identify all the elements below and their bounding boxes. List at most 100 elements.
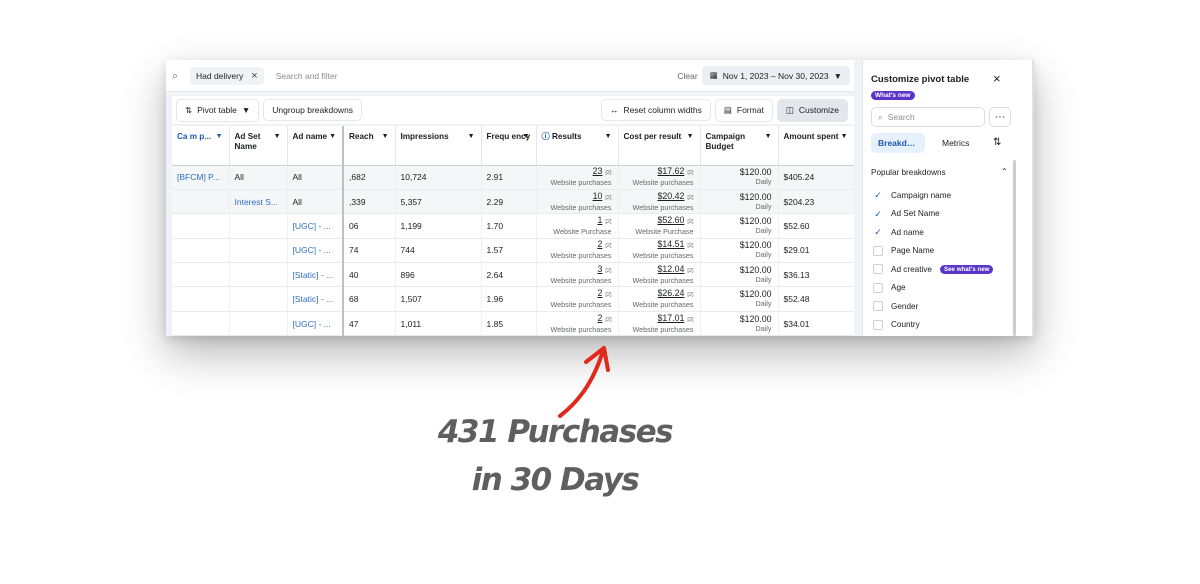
close-icon[interactable]: × (251, 70, 257, 82)
caret-down-icon[interactable]: ▼ (329, 132, 336, 142)
cpr-value[interactable]: $52.60 (657, 215, 684, 225)
caret-down-icon[interactable]: ▼ (605, 132, 612, 142)
table-row[interactable]: Interest S... All ,339 5,357 2.29 10 [2] Websit… (172, 189, 854, 215)
panel-search-input[interactable]: ⌕ Search (871, 107, 985, 127)
cpr-value[interactable]: $26.24 (657, 288, 684, 298)
ad-name-cell[interactable]: [UGC] - ... (287, 238, 344, 264)
adset-cell[interactable] (229, 286, 288, 312)
tab-breakdowns[interactable]: Breakdowns (871, 133, 925, 153)
ad-name-cell[interactable]: [UGC] - ... (287, 213, 344, 239)
ad-name-cell[interactable]: [UGC] - ... (287, 311, 344, 336)
checkbox[interactable] (873, 301, 883, 311)
cpr-value[interactable]: $17.01 (657, 313, 684, 323)
adset-cell[interactable]: Interest S... (229, 189, 288, 215)
breakdown-option[interactable]: Age (873, 282, 906, 293)
ungroup-breakdowns-button[interactable]: Ungroup breakdowns (263, 99, 363, 121)
results-value[interactable]: 2 (597, 313, 602, 323)
caret-down-icon[interactable]: ▼ (216, 132, 223, 142)
results-value[interactable]: 2 (597, 288, 602, 298)
results-value[interactable]: 10 (593, 191, 603, 201)
checkbox[interactable] (873, 264, 883, 274)
ad-name-cell[interactable]: [Static] - ... (287, 262, 344, 288)
caret-down-icon[interactable]: ▼ (468, 132, 475, 142)
col-header-amount-spent[interactable]: Amount spent ▼ (778, 126, 854, 166)
col-header-frequency[interactable]: Frequ ency ▼ (481, 126, 537, 166)
table-row[interactable]: [Static] - ... 40 896 2.64 3 [2] Website purch… (172, 262, 854, 288)
adset-cell[interactable] (229, 238, 288, 264)
table-row[interactable]: [UGC] - ... 47 1,011 1.85 2 [2] Website purcha… (172, 311, 854, 336)
caret-down-icon[interactable]: ▼ (765, 132, 772, 142)
filter-chip[interactable]: Had delivery × (190, 66, 264, 85)
campaign-cell[interactable] (172, 213, 230, 239)
col-header-reach[interactable]: Reach ▼ (343, 126, 396, 166)
results-value[interactable]: 23 (593, 166, 603, 176)
results-value[interactable]: 1 (597, 215, 602, 225)
checkmark-icon[interactable]: ✓ (873, 190, 883, 200)
campaign-cell[interactable] (172, 311, 230, 336)
format-button[interactable]: ▤ Format (714, 98, 773, 122)
adset-cell[interactable] (229, 213, 288, 239)
col-header-adset[interactable]: Ad Set Name ▼ (229, 126, 288, 166)
campaign-cell[interactable] (172, 262, 230, 288)
campaign-cell[interactable] (172, 189, 230, 215)
breakdown-option[interactable]: ✓ Campaign name (873, 190, 951, 200)
results-value[interactable]: 3 (597, 264, 602, 274)
col-header-campaign[interactable]: Ca m p... ▼ (172, 126, 230, 166)
campaign-cell[interactable] (172, 286, 230, 312)
col-header-impressions[interactable]: Impressions ▼ (395, 126, 482, 166)
checkbox[interactable] (873, 282, 883, 293)
ad-name-cell[interactable]: [Static] - ... (287, 286, 344, 312)
results-sub: Website purchases (550, 324, 612, 334)
campaign-cell[interactable] (172, 238, 230, 264)
cpr-value[interactable]: $17.62 (657, 166, 684, 176)
table-row[interactable]: [Static] - ... 68 1,507 1.96 2 [2] Website pur… (172, 286, 854, 312)
caret-down-icon[interactable]: ▼ (382, 132, 389, 142)
clear-button[interactable]: Clear (677, 71, 697, 81)
sort-icon[interactable]: ⇅ (993, 137, 1001, 148)
checkmark-icon[interactable]: ✓ (873, 227, 883, 237)
checkbox[interactable] (873, 245, 883, 256)
chevron-up-icon[interactable]: ⌃ (1001, 167, 1008, 176)
caret-down-icon[interactable]: ▼ (274, 132, 281, 142)
table-row[interactable]: [UGC] - ... 74 744 1.57 2 [2] Website purchase… (172, 238, 854, 264)
impressions-cell: 744 (395, 238, 482, 264)
whats-new-badge[interactable]: What's new (871, 91, 915, 100)
caret-down-icon[interactable]: ▼ (523, 132, 530, 142)
search-filter-input[interactable]: Search and filter (276, 71, 678, 81)
col-header-ad-name[interactable]: Ad name ▼ (287, 126, 344, 166)
reset-column-widths-button[interactable]: ↔ Reset column widths (600, 99, 711, 121)
breakdown-option[interactable]: Page Name (873, 245, 934, 256)
breakdown-option[interactable]: ✓ Ad Set Name (873, 209, 939, 219)
adset-cell[interactable] (229, 311, 288, 336)
table-row[interactable]: [UGC] - ... 06 1,199 1.70 1 [2] Website Purcha… (172, 213, 854, 239)
table-row[interactable]: [BFCM] P... All All ,682 10,724 2.91 23 [2] Webs… (172, 165, 854, 190)
close-icon[interactable]: × (993, 71, 1001, 86)
breakdown-option[interactable]: ✓ Ad name (873, 227, 924, 237)
see-whats-new-badge[interactable]: See what's new (939, 264, 994, 274)
campaign-cell[interactable]: [BFCM] P... (172, 165, 230, 190)
cpr-value[interactable]: $12.04 (657, 264, 684, 274)
breakdown-option[interactable]: Gender (873, 301, 918, 311)
more-options-button[interactable]: ··· (989, 107, 1011, 127)
results-value[interactable]: 2 (597, 239, 602, 249)
breakdown-option[interactable]: Ad creative See what's new (873, 264, 994, 274)
tab-metrics[interactable]: Metrics (935, 133, 976, 153)
customize-button[interactable]: ◫ Customize (776, 98, 848, 122)
checkbox[interactable] (873, 319, 883, 330)
pivot-table-button[interactable]: ⇅ Pivot table ▼ (176, 98, 260, 122)
breakdown-option[interactable]: Country (873, 319, 920, 330)
col-header-cost-per-result[interactable]: Cost per result ▼ (618, 126, 701, 166)
caret-down-icon[interactable]: ▼ (841, 132, 848, 142)
cpr-value[interactable]: $20.42 (657, 191, 684, 201)
caret-down-icon[interactable]: ▼ (687, 132, 694, 142)
adset-cell[interactable] (229, 262, 288, 288)
panel-scrollbar[interactable] (1013, 160, 1016, 336)
cpr-value[interactable]: $14.51 (657, 239, 684, 249)
checkmark-icon[interactable]: ✓ (873, 209, 883, 219)
ad-name-cell[interactable]: All (287, 165, 344, 190)
ad-name-cell[interactable]: All (287, 189, 344, 215)
adset-cell[interactable]: All (229, 165, 288, 190)
date-range-button[interactable]: ▦ Nov 1, 2023 – Nov 30, 2023 ▼ (701, 66, 850, 85)
col-header-campaign-budget[interactable]: Campaign Budget ▼ (700, 126, 779, 166)
col-header-results[interactable]: ⓘ Results ▼ (536, 126, 619, 166)
